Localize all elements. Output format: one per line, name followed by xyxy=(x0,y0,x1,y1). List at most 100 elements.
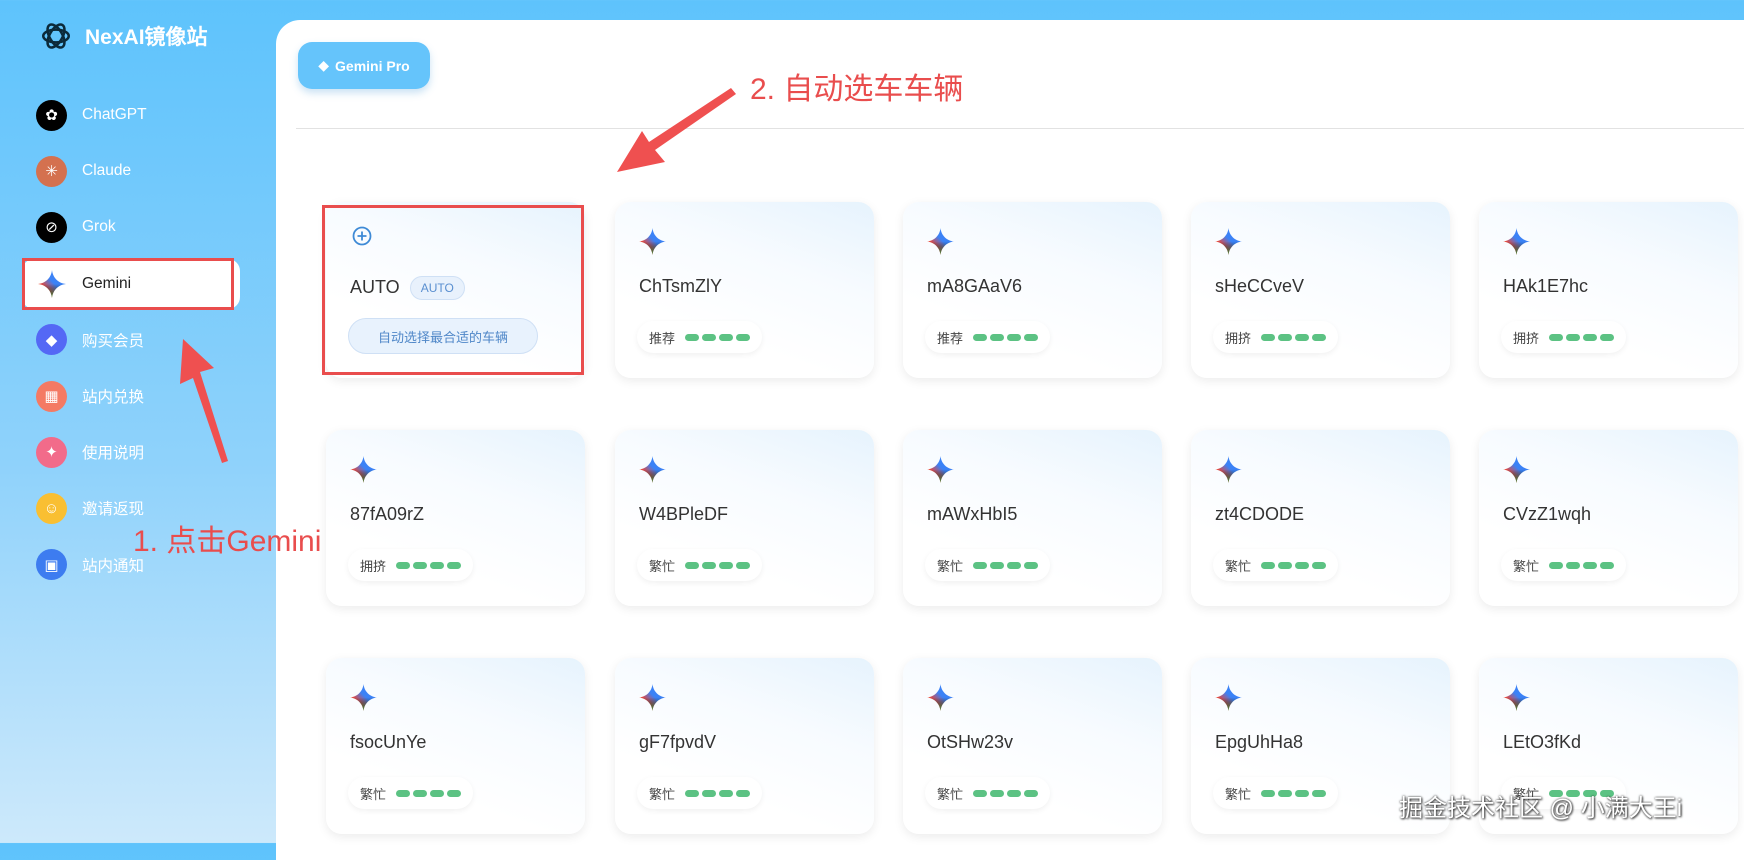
car-card[interactable]: HAk1E7hc 拥挤 xyxy=(1479,202,1738,378)
sidebar: NexAI镜像站 ✿ ChatGPT ✳ Claude ⊘ Grok Gemini ◆ 购买会员… xyxy=(0,0,276,843)
sidebar-item-label: 使用说明 xyxy=(82,445,145,463)
divider xyxy=(296,128,1744,129)
status-badge: 繁忙 xyxy=(925,777,1051,809)
invite-icon: ☺ xyxy=(36,492,67,524)
annotation-step2: 2. 自动选车车辆 xyxy=(750,73,964,106)
load-indicator xyxy=(685,333,751,341)
status-badge: 繁忙 xyxy=(1213,549,1339,581)
car-card[interactable]: ChTsmZlY 推荐 xyxy=(615,202,874,378)
status-label: 繁忙 xyxy=(937,786,964,802)
status-badge: 推荐 xyxy=(637,321,763,353)
car-name: EpgUhHa8 xyxy=(1215,732,1304,752)
sidebar-item-claude[interactable]: ✳ Claude xyxy=(22,146,240,196)
car-name: sHeCCveV xyxy=(1215,276,1305,296)
car-card[interactable]: sHeCCveV 拥挤 xyxy=(1191,202,1450,378)
car-card[interactable]: mA8GAaV6 推荐 xyxy=(903,202,1162,378)
car-card[interactable]: CVzZ1wqh 繁忙 xyxy=(1479,430,1738,606)
status-badge: 拥挤 xyxy=(348,549,474,581)
car-card[interactable]: gF7fpvdV 繁忙 xyxy=(615,658,874,834)
load-indicator xyxy=(973,789,1039,797)
brand-name: NexAI镜像站 xyxy=(85,26,208,49)
load-indicator xyxy=(1549,333,1615,341)
gemini-icon xyxy=(639,456,666,483)
car-card[interactable]: fsocUnYe 繁忙 xyxy=(326,658,585,834)
load-indicator xyxy=(1261,561,1327,569)
status-badge: 繁忙 xyxy=(925,549,1051,581)
sidebar-item-grok[interactable]: ⊘ Grok xyxy=(22,202,240,252)
status-badge: 繁忙 xyxy=(637,777,763,809)
sidebar-item-diamond[interactable]: ◆ 购买会员 xyxy=(22,315,240,365)
car-name: ChTsmZlY xyxy=(639,276,723,296)
claude-icon: ✳ xyxy=(36,155,67,187)
load-indicator xyxy=(1549,561,1615,569)
load-indicator xyxy=(685,789,751,797)
sidebar-item-label: 购买会员 xyxy=(82,332,145,350)
sidebar-item-gemini[interactable]: Gemini xyxy=(22,258,240,309)
car-name: CVzZ1wqh xyxy=(1503,504,1592,524)
notice-icon: ▣ xyxy=(36,549,67,581)
status-label: 推荐 xyxy=(937,330,964,346)
diamond-icon: ◆ xyxy=(36,324,67,356)
brand-logo[interactable]: NexAI镜像站 xyxy=(39,19,208,53)
gemini-pro-button[interactable]: ◆ Gemini Pro xyxy=(298,42,430,89)
gemini-icon xyxy=(927,228,954,255)
status-label: 繁忙 xyxy=(649,786,676,802)
status-badge: 拥挤 xyxy=(1501,321,1627,353)
sidebar-item-chatgpt[interactable]: ✿ ChatGPT xyxy=(22,90,240,140)
sidebar-item-label: Grok xyxy=(82,218,116,236)
car-name: gF7fpvdV xyxy=(639,732,717,752)
gemini-icon xyxy=(1215,456,1242,483)
annotation-step1: 1. 点击Gemini xyxy=(133,525,322,558)
gemini-icon xyxy=(927,456,954,483)
status-badge: 推荐 xyxy=(925,321,1051,353)
sidebar-item-label: Gemini xyxy=(82,274,132,292)
auto-card[interactable]: AUTO AUTO 自动选择最合适的车辆 xyxy=(326,202,585,378)
gemini-icon xyxy=(350,456,377,483)
watermark: 掘金技术社区 @ 小满大王i xyxy=(1399,795,1683,822)
car-name: OtSHw23v xyxy=(927,732,1014,752)
status-label: 繁忙 xyxy=(1225,558,1252,574)
status-badge: 繁忙 xyxy=(637,549,763,581)
car-name: LEtO3fKd xyxy=(1503,732,1582,752)
status-label: 拥挤 xyxy=(360,558,387,574)
diamond-icon: ◆ xyxy=(318,57,330,73)
auto-description: 自动选择最合适的车辆 xyxy=(348,318,538,354)
status-label: 繁忙 xyxy=(937,558,964,574)
auto-badge: AUTO xyxy=(409,276,465,300)
gemini-icon xyxy=(1215,684,1242,711)
car-name: HAk1E7hc xyxy=(1503,276,1589,296)
book-icon: ✦ xyxy=(36,436,67,468)
gemini-icon xyxy=(1503,684,1530,711)
chatgpt-icon: ✿ xyxy=(36,99,67,131)
status-label: 繁忙 xyxy=(1513,558,1540,574)
car-card[interactable]: zt4CDODE 繁忙 xyxy=(1191,430,1450,606)
gemini-icon xyxy=(639,684,666,711)
gift-icon: ▦ xyxy=(36,380,67,412)
car-card[interactable]: mAWxHbI5 繁忙 xyxy=(903,430,1162,606)
status-badge: 繁忙 xyxy=(1213,777,1339,809)
main-panel: ◆ Gemini Pro AUTO AUTO 自动选择最合适的车辆 ChTsmZl… xyxy=(276,20,1744,860)
car-name: fsocUnYe xyxy=(350,732,427,752)
status-badge: 繁忙 xyxy=(348,777,474,809)
load-indicator xyxy=(685,561,751,569)
openai-logo-icon xyxy=(41,23,71,49)
sidebar-item-gift[interactable]: ▦ 站内兑换 xyxy=(22,371,240,421)
status-label: 推荐 xyxy=(649,330,676,346)
load-indicator xyxy=(973,561,1039,569)
gemini-icon xyxy=(36,268,67,299)
sidebar-item-book[interactable]: ✦ 使用说明 xyxy=(22,427,240,477)
sidebar-item-label: Claude xyxy=(82,162,132,180)
gemini-icon xyxy=(1503,228,1530,255)
gemini-pro-label: Gemini Pro xyxy=(335,57,410,74)
gemini-icon xyxy=(1503,456,1530,483)
status-label: 繁忙 xyxy=(1225,786,1252,802)
car-name: mAWxHbI5 xyxy=(927,504,1018,524)
car-card[interactable]: W4BPleDF 繁忙 xyxy=(615,430,874,606)
car-card[interactable]: 87fA09rZ 拥挤 xyxy=(326,430,585,606)
status-label: 拥挤 xyxy=(1513,330,1540,346)
load-indicator xyxy=(973,333,1039,341)
auto-card-title: AUTO AUTO xyxy=(350,276,465,300)
car-card[interactable]: OtSHw23v 繁忙 xyxy=(903,658,1162,834)
status-label: 拥挤 xyxy=(1225,330,1252,346)
status-label: 繁忙 xyxy=(649,558,676,574)
